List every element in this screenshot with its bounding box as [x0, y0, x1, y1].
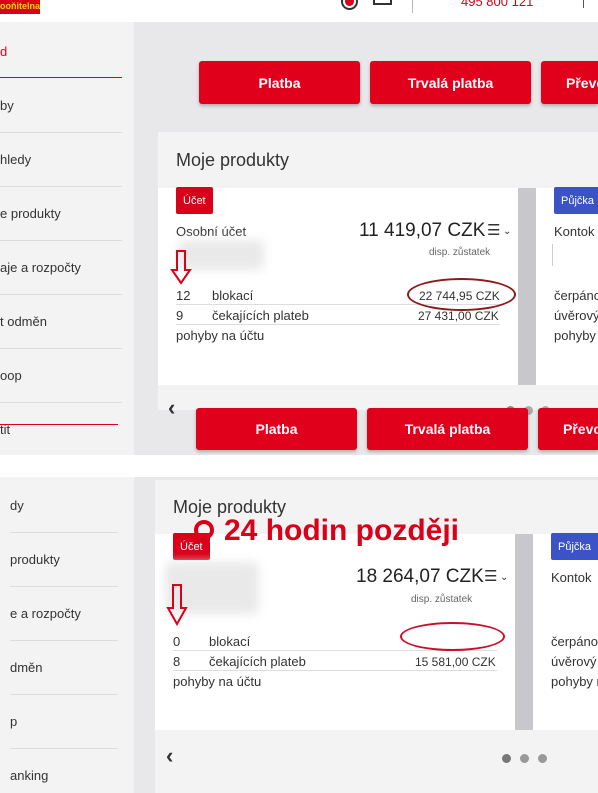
down-arrow-annotation-icon: [166, 584, 188, 626]
chevron-down-icon[interactable]: ⌄: [500, 570, 508, 586]
account-badge: Účet: [176, 187, 213, 214]
loan-row-credit: úvěrový: [554, 308, 598, 323]
sidebar-item-movements[interactable]: by: [0, 98, 14, 114]
account-movements-link[interactable]: pohyby na účtu: [176, 328, 264, 344]
card-gap: [518, 188, 536, 385]
loan-row-credit-after: úvěrový: [551, 654, 597, 669]
menu-lines-icon[interactable]: ☰: [484, 569, 497, 585]
annotation-24h-later: 24 hodin později: [224, 514, 460, 547]
blocked-count-after: 0: [173, 634, 181, 649]
account-balance-after: 18 264,07 CZK: [356, 566, 484, 587]
sidebar-divider: [0, 348, 122, 349]
sidebar-item-home[interactable]: d: [0, 44, 7, 60]
sidebar-item-products[interactable]: e produkty: [0, 206, 61, 222]
sidebar-divider: [0, 132, 122, 133]
loan-badge-after: Půjčka: [551, 533, 598, 560]
sidebar-divider: [0, 402, 122, 403]
sidebar-item-budgets[interactable]: aje a rozpočty: [0, 260, 81, 276]
chevron-left-icon[interactable]: ‹: [166, 745, 173, 767]
phone-number[interactable]: 495 800 121: [461, 0, 533, 10]
sidebar-divider: [10, 532, 118, 533]
clock-annotation-icon: [194, 520, 214, 540]
blocked-label-after[interactable]: blokací: [209, 634, 250, 650]
highlight-ellipse-blocked: [407, 278, 516, 311]
products-title: Moje produkty: [176, 150, 290, 170]
sidebar-item-rewards-after[interactable]: dměn: [10, 660, 43, 676]
sidebar-divider: [0, 186, 122, 187]
loan-row-drawn-after: čerpáno: [551, 634, 598, 649]
account-balance: 11 419,07 CZK: [359, 220, 486, 241]
chevron-down-icon[interactable]: ⌄: [503, 224, 511, 240]
pending-label-after[interactable]: čekajících plateb: [209, 654, 306, 670]
payment-button[interactable]: Platba: [199, 61, 360, 104]
payment-button-after[interactable]: Platba: [196, 408, 357, 450]
loan-badge: Půjčka: [554, 187, 598, 214]
blocked-count: 12: [176, 288, 191, 303]
carousel-footer-after: [155, 730, 598, 793]
standing-order-button[interactable]: Trvalá platba: [370, 61, 531, 104]
chevron-left-icon[interactable]: ‹: [168, 397, 175, 419]
standing-order-button-after[interactable]: Trvalá platba: [367, 408, 528, 450]
mail-icon[interactable]: [373, 0, 392, 5]
highlight-ellipse-blocked-after: [400, 622, 505, 651]
header-divider: [412, 0, 413, 13]
loan-card[interactable]: [536, 188, 598, 385]
loan-row-movements[interactable]: pohyby: [554, 328, 596, 344]
sidebar-item-budgets-after[interactable]: e a rozpočty: [10, 606, 81, 622]
sidebar-item-products-after[interactable]: produkty: [10, 552, 60, 568]
sidebar-item-movements-after[interactable]: dy: [10, 498, 24, 514]
header-divider-right: [583, 0, 584, 8]
sidebar-item-overviews[interactable]: hledy: [0, 152, 31, 168]
sidebar-divider: [0, 240, 122, 241]
pending-label[interactable]: čekajících plateb: [212, 308, 309, 324]
row-divider: [173, 670, 497, 671]
carousel-footer: [158, 385, 598, 410]
balance-caption-after: disp. zůstatek: [411, 594, 473, 605]
transfer-button-after[interactable]: Převod: [538, 408, 598, 450]
pager-dot[interactable]: [502, 754, 511, 763]
card-gap: [515, 534, 533, 730]
loan-row-drawn: čerpáno: [554, 288, 598, 303]
sidebar-divider: [10, 694, 118, 695]
pending-count-after: 8: [173, 654, 181, 669]
sidebar-active-underline-after: [0, 424, 118, 425]
sidebar-divider: [10, 748, 118, 749]
blocked-label[interactable]: blokací: [212, 288, 253, 304]
account-name[interactable]: Osobní účet: [176, 224, 246, 240]
sidebar-item-rewards[interactable]: t odměn: [0, 314, 47, 330]
sidebar-after: dy produkty e a rozpočty dměn p anking: [0, 477, 134, 793]
logo-text: ooňitelna: [0, 1, 40, 11]
pending-count: 9: [176, 308, 184, 323]
down-arrow-annotation-icon: [170, 250, 192, 285]
row-divider: [176, 324, 500, 325]
sidebar-divider: [0, 294, 122, 295]
pager-dot[interactable]: [538, 754, 547, 763]
loan-name-after[interactable]: Kontok: [551, 570, 591, 586]
balance-caption: disp. zůstatek: [429, 247, 491, 258]
loan-card-after[interactable]: [533, 534, 598, 730]
sidebar-item-banking-after[interactable]: anking: [10, 768, 48, 784]
sidebar-item-shop-after[interactable]: p: [10, 714, 17, 730]
sidebar-divider: [10, 586, 118, 587]
menu-lines-icon[interactable]: ☰: [487, 223, 500, 239]
screenshot-gap: [0, 455, 598, 477]
sidebar-item-shop[interactable]: oop: [0, 368, 22, 384]
pending-amount-after: 15 581,00 CZK: [415, 655, 496, 669]
sidebar-divider: [10, 640, 118, 641]
loan-name[interactable]: Kontok: [554, 224, 594, 240]
transfer-button[interactable]: Převod: [541, 61, 598, 104]
loan-row-movements-after[interactable]: pohyby n: [551, 674, 598, 690]
account-movements-link-after[interactable]: pohyby na účtu: [173, 674, 261, 690]
sidebar-active-underline: [0, 77, 122, 78]
loan-divider: [552, 244, 553, 266]
pager-dot[interactable]: [520, 754, 529, 763]
